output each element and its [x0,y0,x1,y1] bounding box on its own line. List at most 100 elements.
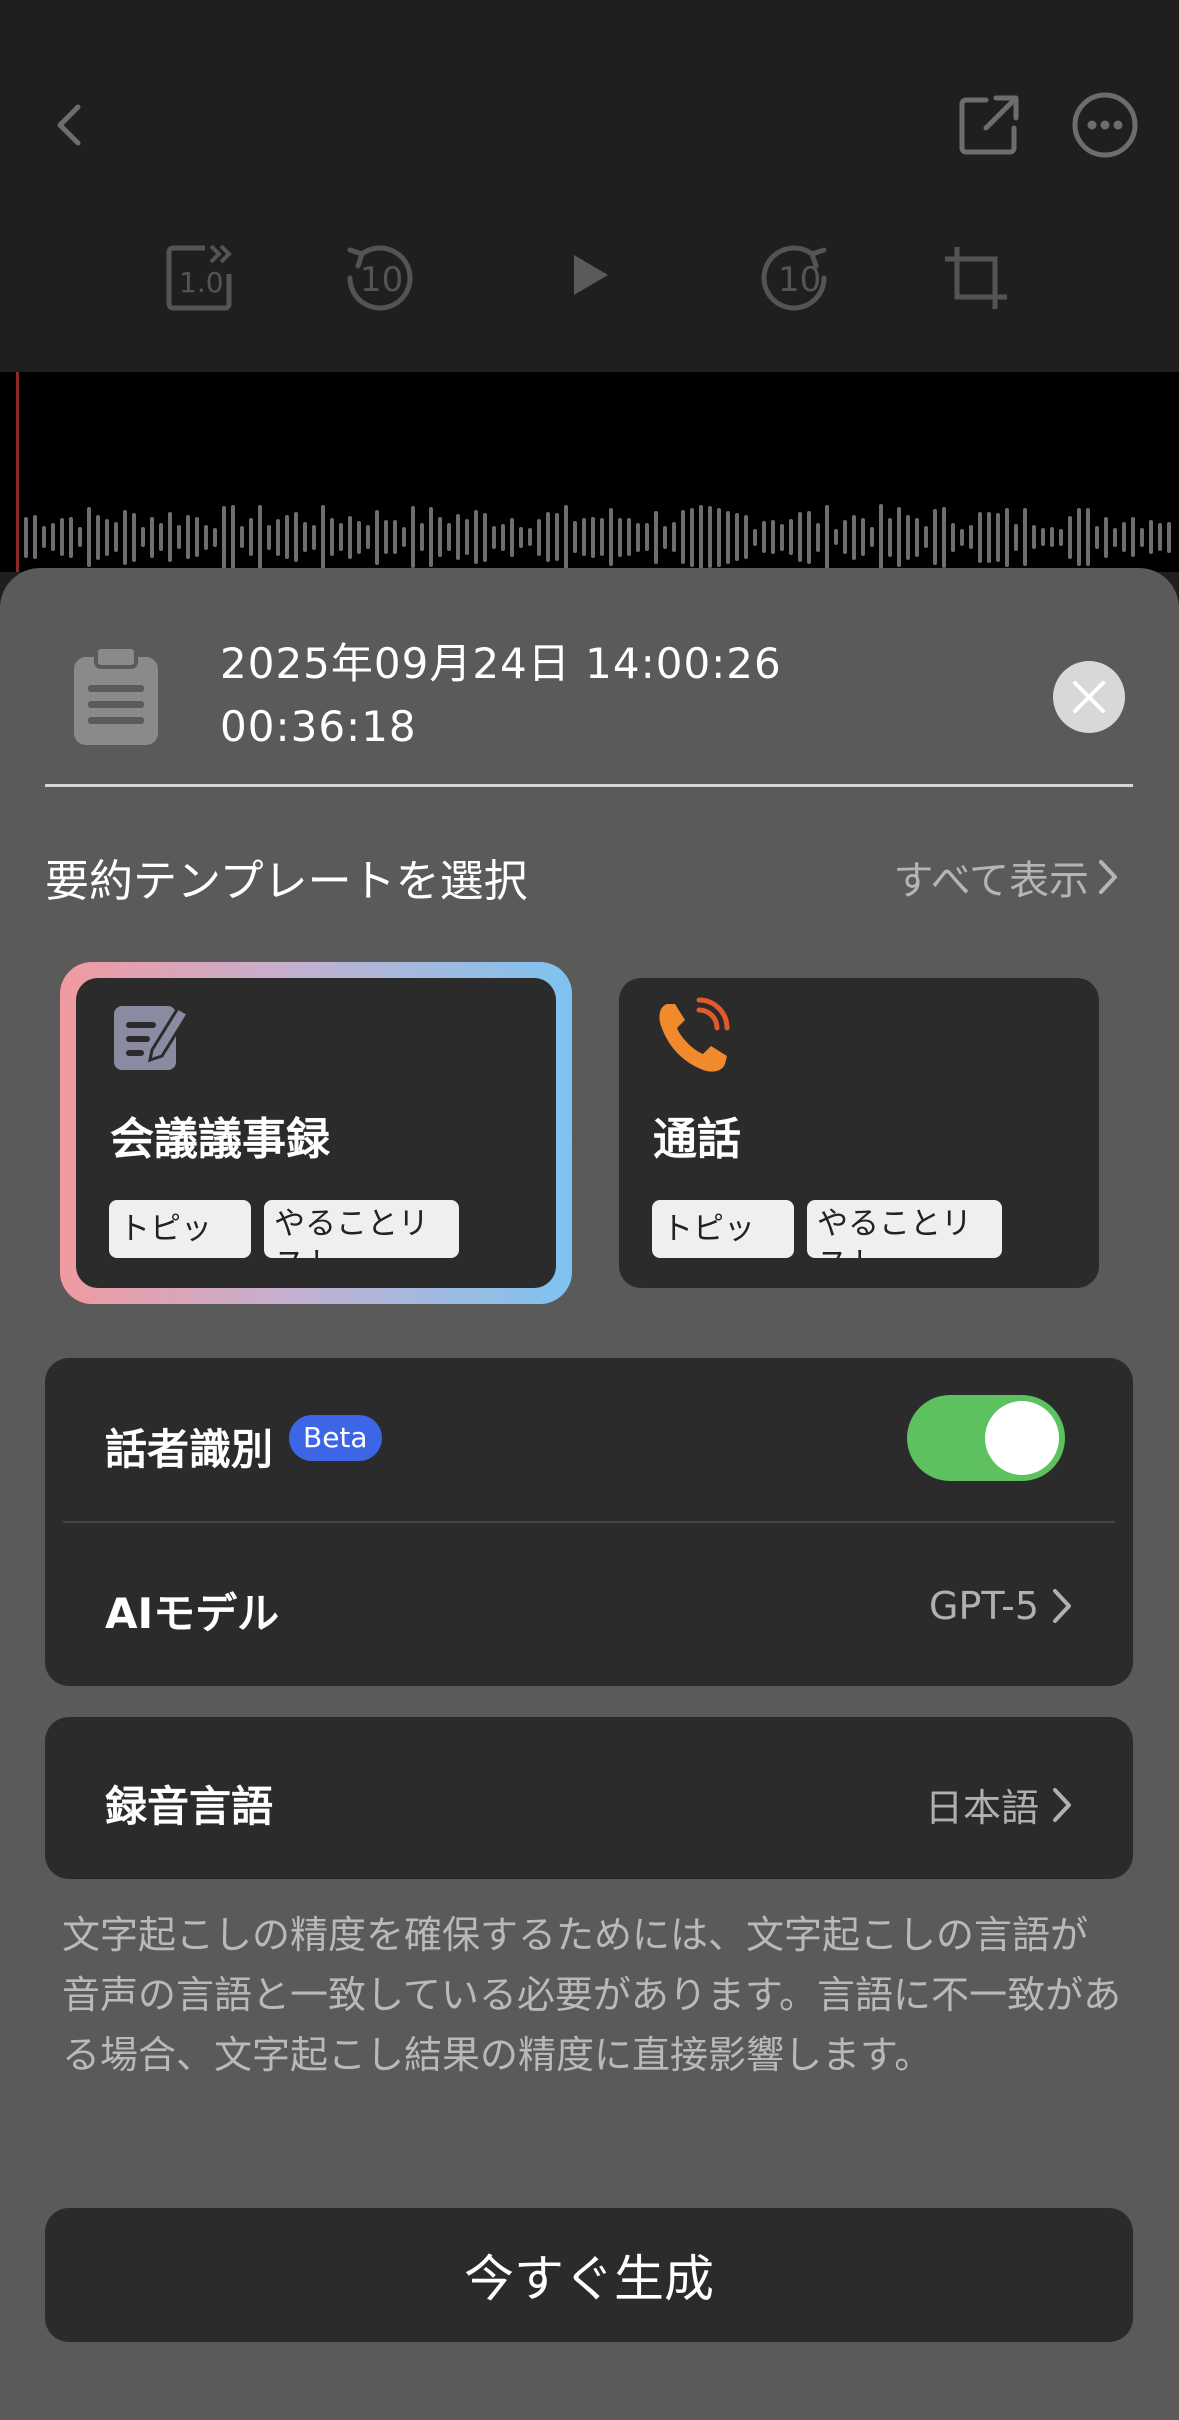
chevron-left-icon [57,104,81,146]
waveform-bar [375,509,379,565]
waveform-bar [204,524,208,550]
template-section-label: 要約テンプレートを選択 [45,856,528,907]
waveform-bar [411,506,415,568]
speaker-id-label: 話者識別 [105,1425,274,1474]
crop-icon [945,247,1007,309]
waveform-bar [168,512,172,562]
waveform-bar [267,524,271,550]
template-chip: やることリスト [264,1200,459,1258]
waveform-bar [852,514,856,560]
waveform-bar [33,515,37,559]
settings-panel: 話者識別 Beta AIモデル GPT-5 [45,1358,1133,1686]
waveform-bar [87,507,91,567]
waveform-bar [951,522,955,552]
waveform-bar [789,519,793,555]
speed-label: 1.0 [179,266,224,299]
waveform-bar [582,518,586,556]
rewind-label: 10 [360,260,404,300]
more-icon [1072,92,1138,158]
chevron-right-icon [1099,860,1117,894]
waveform-bar [906,514,910,560]
template-card-title: 通話 [653,1114,741,1165]
share-button[interactable] [950,90,1028,160]
waveform-bar [510,517,514,557]
waveform-bar [762,521,766,553]
play-button[interactable] [555,235,625,315]
waveform-bar [348,515,352,559]
waveform-bar [438,517,442,557]
template-chip: トピック [109,1200,251,1258]
show-all-label: すべて表示 [893,858,1089,904]
waveform-bar [276,518,280,556]
waveform-bar [537,518,541,556]
close-button[interactable] [1053,661,1125,733]
waveform-bar [1032,525,1036,549]
waveform-bar [141,527,145,547]
show-all-link[interactable]: すべて表示 [893,848,1119,906]
waveform[interactable] [0,372,1179,572]
header-divider [45,784,1133,787]
player-toolbar: 1.0 10 10 [0,0,1179,372]
template-card-call[interactable]: 通話 トピック やることリスト [619,978,1099,1288]
waveform-bar [888,517,892,557]
waveform-bar [114,522,118,552]
waveform-bar [465,519,469,555]
beta-badge: Beta [289,1415,382,1461]
waveform-bar [240,526,244,548]
waveform-bar [294,512,298,562]
waveform-bar [546,512,550,562]
waveform-bar [861,518,865,556]
waveform-bar [1050,527,1054,547]
waveform-bar [213,527,217,547]
ai-model-label: AIモデル [105,1589,280,1638]
waveform-bar [420,523,424,551]
recording-title: 2025年09月24日 14:00:26 [220,639,782,688]
waveform-bar [474,510,478,564]
waveform-bar [339,523,343,551]
crop-button[interactable] [938,240,1014,316]
waveform-bar [330,518,334,556]
waveform-bar [159,523,163,551]
language-value-row[interactable]: 日本語 [925,1777,1073,1832]
rewind-10-button[interactable]: 10 [340,240,416,316]
recording-duration: 00:36:18 [220,702,417,751]
waveform-bar [456,514,460,560]
language-value: 日本語 [924,1786,1039,1830]
waveform-bar [1140,527,1144,547]
waveform-bar [987,511,991,563]
waveform-bar [1014,523,1018,551]
waveform-bar [231,505,235,569]
ai-model-value-row[interactable]: GPT-5 [929,1584,1073,1628]
waveform-bar [609,508,613,566]
waveform-bar [492,525,496,549]
template-card-minutes[interactable]: 会議議事録 トピック やることリスト [76,978,556,1288]
close-icon [1073,681,1105,713]
language-label: 録音言語 [105,1782,274,1831]
waveform-bar [627,518,631,556]
waveform-bar [96,514,100,560]
playhead[interactable] [16,372,19,572]
waveform-bar [663,525,667,549]
waveform-bar [51,523,55,551]
waveform-bar [123,509,127,565]
generate-button[interactable]: 今すぐ生成 [45,2208,1133,2342]
waveform-bar [717,507,721,567]
speed-button[interactable]: 1.0 [165,240,237,312]
waveform-bar [771,520,775,554]
waveform-bar [501,523,505,551]
language-panel[interactable]: 録音言語 日本語 [45,1717,1133,1879]
waveform-bar [753,528,757,546]
ai-model-value: GPT-5 [929,1584,1039,1628]
speaker-id-toggle[interactable] [907,1395,1065,1481]
back-button[interactable] [40,95,100,155]
forward-10-button[interactable]: 10 [758,240,834,316]
waveform-bar [69,516,73,558]
waveform-bar [1095,525,1099,549]
waveform-bar [915,517,919,557]
waveform-bar [672,522,676,552]
more-button[interactable] [1070,90,1140,160]
waveform-bar [897,507,901,567]
waveform-bar [195,517,199,557]
waveform-bar [1158,523,1162,551]
waveform-bar [636,522,640,552]
